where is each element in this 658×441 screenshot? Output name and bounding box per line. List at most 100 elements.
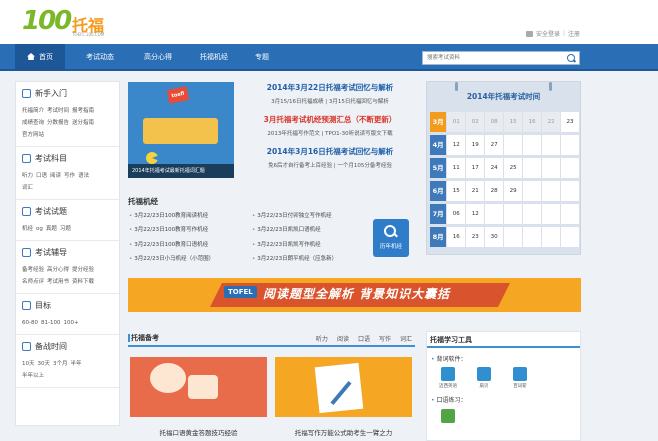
jijing-link[interactable]: 3月22/23日付卯独立写作机经 — [252, 209, 337, 223]
jijing-link[interactable]: 3月22/23日凯凯写作机经 — [252, 238, 337, 252]
logo[interactable]: 100 托福 TOEFL.100.COM — [22, 6, 112, 40]
sidebar-link[interactable]: 成绩查询 — [22, 120, 44, 126]
calendar-day[interactable]: 15 — [447, 181, 466, 201]
news-headline[interactable]: 2014年3月22日托福考试回忆与解析 — [240, 82, 420, 93]
sidebar-section-title[interactable]: 目标 — [22, 300, 119, 311]
calendar-day[interactable]: 01 — [447, 112, 466, 132]
app-shanbay[interactable]: 扇贝 — [473, 367, 495, 389]
calendar-day[interactable]: 06 — [447, 204, 466, 224]
nav-item-news[interactable]: 考试动态 — [72, 44, 128, 71]
news-sublinks[interactable]: 3月15/16日托福成绩 | 3月15日托福回忆与解析 — [240, 97, 420, 105]
sidebar-link[interactable]: 分数报告 — [47, 120, 69, 126]
sidebar-link[interactable]: 报考指南 — [72, 108, 94, 114]
sidebar-link[interactable]: 名师点评 — [22, 279, 44, 285]
sidebar-link[interactable]: 真题 — [46, 226, 57, 232]
jijing-link[interactable]: 3月22/23日小马机经（小范围） — [129, 252, 214, 266]
history-jijing-button[interactable]: 历年机经 — [373, 219, 409, 257]
search-icon[interactable] — [566, 53, 577, 64]
sidebar-link[interactable]: 听力 — [22, 173, 33, 179]
jijing-list-right: 3月22/23日付卯独立写作机经 3月22/23日凯凯口语机经 3月22/23日… — [252, 209, 337, 266]
news-sublinks[interactable]: 免6后才自行备考上百经验 | 一个月105分备考经验 — [240, 161, 420, 169]
ad-banner[interactable]: TOFEL 阅读题型全解析 背景知识大囊括 — [128, 278, 581, 312]
calendar-day[interactable]: 28 — [485, 181, 504, 201]
sidebar-link[interactable]: 口语 — [36, 173, 47, 179]
sidebar-link[interactable]: og — [36, 226, 43, 232]
calendar-day[interactable]: 21 — [466, 181, 485, 201]
sidebar-link[interactable]: 送分指南 — [72, 120, 94, 126]
calendar-day[interactable]: 17 — [466, 158, 485, 178]
sidebar-link[interactable]: 托福简介 — [22, 108, 44, 114]
nav-item-jijing[interactable]: 托福机经 — [186, 44, 242, 71]
nav-item-home[interactable]: 首页 — [15, 44, 65, 71]
sidebar-link[interactable]: 60-80 — [22, 320, 38, 326]
sidebar-link[interactable]: 备考经验 — [22, 267, 44, 273]
tab-speaking[interactable]: 口语 — [358, 334, 370, 343]
tab-reading[interactable]: 阅读 — [337, 334, 349, 343]
article-card[interactable]: 托福口语黄金答题技巧经验 — [130, 357, 267, 441]
sidebar-link[interactable]: 考试用书 — [47, 279, 69, 285]
calendar-day[interactable]: 24 — [485, 158, 504, 178]
sidebar-link[interactable]: 习题 — [60, 226, 71, 232]
sidebar-section-title[interactable]: 新手入门 — [22, 88, 119, 99]
sidebar-link[interactable]: 81-100 — [41, 320, 60, 326]
calendar-day[interactable]: 16 — [523, 112, 542, 132]
calendar-day[interactable]: 12 — [466, 204, 485, 224]
jijing-link[interactable]: 3月22/23日100教育口语机经 — [129, 238, 214, 252]
app-maixi[interactable]: 迈西英语 — [437, 367, 459, 389]
calendar-day[interactable]: 30 — [485, 227, 504, 247]
calendar-day[interactable]: 16 — [447, 227, 466, 247]
calendar-day[interactable]: 29 — [504, 181, 523, 201]
sidebar-link[interactable]: 10天 — [22, 361, 35, 367]
sidebar-link[interactable]: 考试时间 — [47, 108, 69, 114]
calendar-day[interactable]: 23 — [561, 112, 580, 132]
tab-writing[interactable]: 写作 — [379, 334, 391, 343]
nav-item-experience[interactable]: 高分心得 — [130, 44, 186, 71]
sidebar-link[interactable]: 提分经验 — [72, 267, 94, 273]
sidebar-link[interactable]: 100+ — [63, 320, 78, 326]
calendar-title: 2014年托福考试时间 — [427, 82, 580, 110]
calendar-day[interactable]: 23 — [466, 227, 485, 247]
calendar-day[interactable]: 12 — [447, 135, 466, 155]
sidebar-link[interactable]: 词汇 — [22, 185, 33, 191]
nav-item-topics[interactable]: 专题 — [242, 44, 282, 71]
calendar-day[interactable]: 19 — [466, 135, 485, 155]
news-headline[interactable]: 2014年3月16日托福考试回忆与解析 — [240, 146, 420, 157]
news-headline[interactable]: 3月托福考试机经预测汇总（不断更新） — [240, 114, 420, 125]
jijing-link[interactable]: 3月22/23日100教育阅读机经 — [129, 209, 214, 223]
featured-banner[interactable]: toefl 2014年托福考试最新托福词汇题 — [128, 82, 234, 178]
calendar-day[interactable]: 27 — [485, 135, 504, 155]
calendar-day[interactable]: 22 — [542, 112, 561, 132]
sidebar-link[interactable]: 资料下载 — [72, 279, 94, 285]
tab-vocabulary[interactable]: 词汇 — [400, 334, 412, 343]
tab-listening[interactable]: 听力 — [316, 334, 328, 343]
calendar-day[interactable]: 11 — [447, 158, 466, 178]
app-baicizhan[interactable]: 百词斩 — [509, 367, 531, 389]
sidebar-section-title[interactable]: 考试辅导 — [22, 247, 119, 258]
sidebar-link[interactable]: 官方网站 — [22, 132, 44, 138]
sidebar-link[interactable]: 阅读 — [50, 173, 61, 179]
jijing-link[interactable]: 3月22/23日朗平机经（应急新） — [252, 252, 337, 266]
oral-app-icon[interactable] — [441, 409, 455, 423]
news-sublinks[interactable]: 2013年托福写作范文 | TPO1-30听说读写版文下载 — [240, 129, 420, 137]
sidebar-section-title[interactable]: 备战时间 — [22, 341, 119, 352]
sidebar-link[interactable]: 写作 — [64, 173, 75, 179]
login-link[interactable]: 安全登录 — [536, 29, 560, 38]
jijing-link[interactable]: 3月22/23日100教育写作机经 — [129, 223, 214, 237]
calendar-day[interactable]: 08 — [485, 112, 504, 132]
sidebar-link[interactable]: 半年 — [71, 361, 82, 367]
sidebar-link[interactable]: 3个月 — [53, 361, 68, 367]
sidebar-link[interactable]: 高分心得 — [47, 267, 69, 273]
article-card[interactable]: 托福写作万能公式助考生一臂之力 — [275, 357, 412, 441]
calendar-day[interactable]: 25 — [504, 158, 523, 178]
calendar-day[interactable]: 15 — [504, 112, 523, 132]
sidebar-link[interactable]: 30天 — [38, 361, 51, 367]
sidebar-section-title[interactable]: 考试科目 — [22, 153, 119, 164]
jijing-link[interactable]: 3月22/23日凯凯口语机经 — [252, 223, 337, 237]
register-link[interactable]: 注册 — [568, 29, 580, 38]
sidebar-section-title[interactable]: 考试试题 — [22, 206, 119, 217]
calendar-day[interactable]: 02 — [466, 112, 485, 132]
sidebar-link[interactable]: 机经 — [22, 226, 33, 232]
search-input[interactable] — [423, 52, 559, 64]
sidebar-link[interactable]: 半年以上 — [22, 373, 44, 379]
sidebar-link[interactable]: 语法 — [78, 173, 89, 179]
